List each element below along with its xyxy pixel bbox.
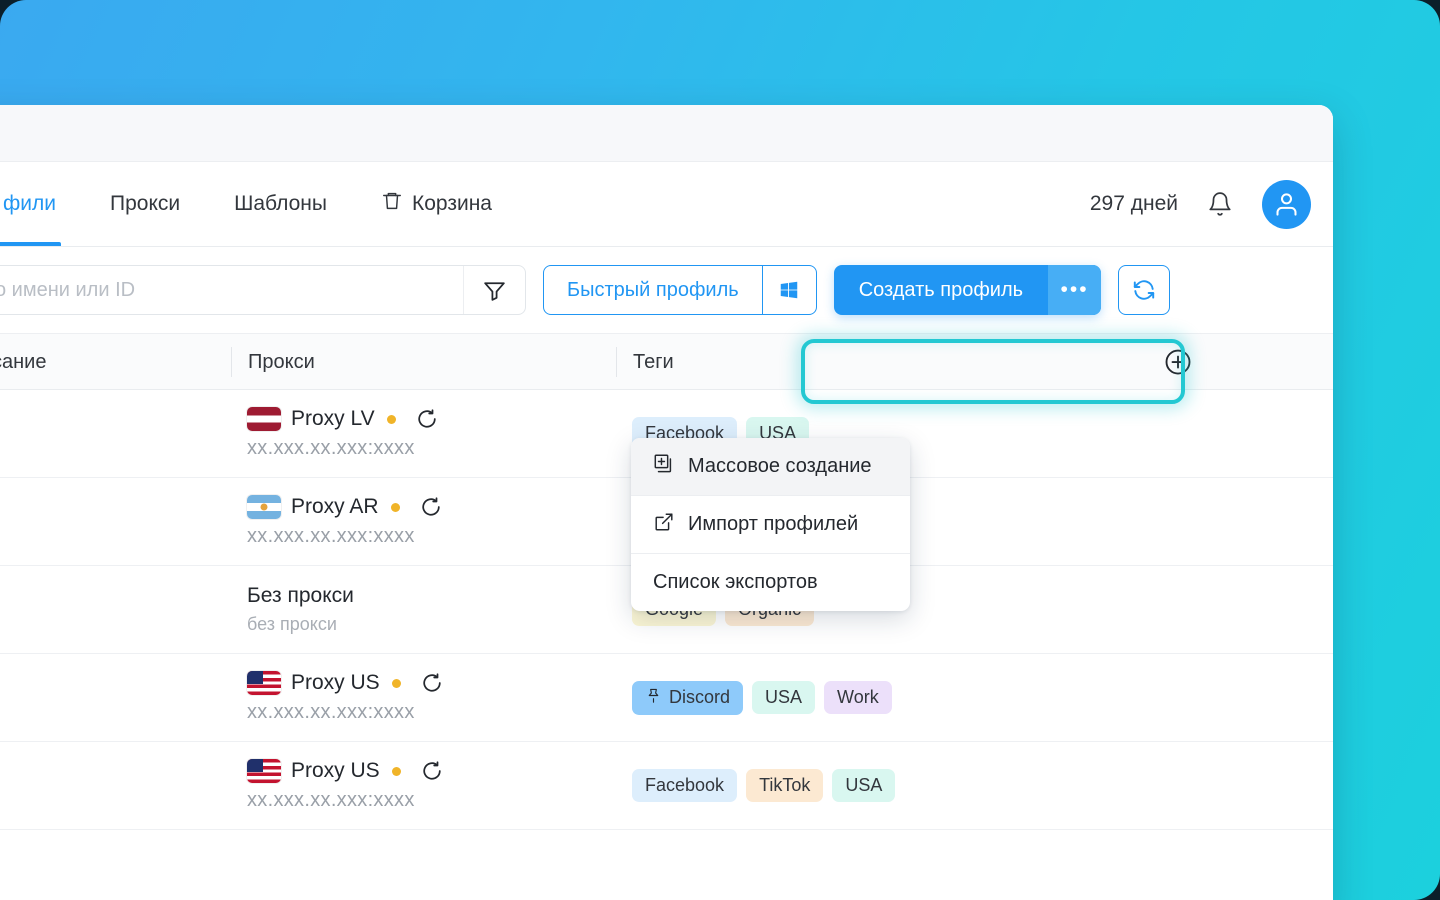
column-header-tags[interactable]: Теги xyxy=(616,347,1333,377)
quick-profile-button[interactable]: Быстрый профиль xyxy=(544,266,762,314)
tag-label: Discord xyxy=(669,687,730,708)
tag-chip[interactable]: USA xyxy=(752,681,815,714)
column-header-proxy[interactable]: Прокси xyxy=(231,347,616,377)
create-profile-split-button: Создать профиль ••• xyxy=(834,265,1101,315)
menu-item-label: Список экспортов xyxy=(653,571,818,594)
pin-icon xyxy=(645,687,662,709)
tag-label: Work xyxy=(837,687,879,708)
proxy-refresh-icon[interactable] xyxy=(421,760,443,782)
table-row[interactable]: Proxy US xx.xxx.xx.xxx:xxxx Facebook TikTok… xyxy=(0,742,1333,830)
import-icon xyxy=(653,511,675,539)
proxy-subtitle: без прокси xyxy=(247,614,600,635)
proxy-name-line: Proxy LV xyxy=(247,407,600,431)
proxy-name-line: Proxy AR xyxy=(247,495,600,519)
tag-label: TikTok xyxy=(759,775,810,796)
tag-chip[interactable]: Facebook xyxy=(632,769,737,802)
proxy-name: Proxy LV xyxy=(291,407,375,431)
cell-tags: Facebook TikTok USA xyxy=(616,769,1333,802)
bell-icon[interactable] xyxy=(1205,189,1235,219)
proxy-address: xx.xxx.xx.xxx:xxxx xyxy=(247,701,600,724)
proxy-refresh-icon[interactable] xyxy=(420,496,442,518)
tag-chip[interactable]: USA xyxy=(832,769,895,802)
cell-proxy: Proxy LV xx.xxx.xx.xxx:xxxx xyxy=(231,407,616,460)
nav-tab-4[interactable]: Корзина xyxy=(354,162,519,246)
cell-proxy: Proxy US xx.xxx.xx.xxx:xxxx xyxy=(231,759,616,812)
create-profile-dropdown-menu: Массовое создание Импорт профилей Список э… xyxy=(631,438,910,611)
table-row[interactable]: Proxy US xx.xxx.xx.xxx:xxxx Discord USA Work xyxy=(0,654,1333,742)
status-badge xyxy=(391,503,400,512)
flag-usa xyxy=(247,671,281,695)
create-profile-button[interactable]: Создать профиль xyxy=(834,265,1048,315)
create-profile-more-button[interactable]: ••• xyxy=(1048,265,1101,315)
proxy-name-line: Proxy US xyxy=(247,671,600,695)
proxy-address: xx.xxx.xx.xxx:xxxx xyxy=(247,437,600,460)
nav-tab-label: Шаблоны xyxy=(234,192,327,216)
flag-argentina xyxy=(247,495,281,519)
proxy-name: Proxy US xyxy=(291,671,380,695)
proxy-address: xx.xxx.xx.xxx:xxxx xyxy=(247,525,600,548)
flag-usa xyxy=(247,759,281,783)
plus-circle-icon[interactable] xyxy=(1163,347,1193,377)
cell-tags: Discord USA Work xyxy=(616,681,1333,715)
main-navigation: фили Прокси Шаблоны Корзина 297 дней xyxy=(0,162,1333,247)
search-input[interactable] xyxy=(0,266,463,314)
proxy-name: Proxy US xyxy=(291,759,380,783)
cell-proxy: Proxy AR xx.xxx.xx.xxx:xxxx xyxy=(231,495,616,548)
tag-label: USA xyxy=(765,687,802,708)
menu-item-2[interactable]: Импорт профилей xyxy=(631,496,910,553)
menu-item-3[interactable]: Список экспортов xyxy=(631,554,910,611)
proxy-name: Без прокси xyxy=(247,584,600,608)
proxy-name-line: Proxy US xyxy=(247,759,600,783)
status-badge xyxy=(392,767,401,776)
nav-tab-3[interactable]: Шаблоны xyxy=(207,162,354,246)
quick-profile-split-button: Быстрый профиль xyxy=(543,265,817,315)
tag-label: USA xyxy=(845,775,882,796)
tag-chip[interactable]: TikTok xyxy=(746,769,823,802)
nav-tab-label: фили xyxy=(3,192,56,216)
column-header-description[interactable]: сание xyxy=(0,347,231,377)
proxy-refresh-icon[interactable] xyxy=(421,672,443,694)
trash-icon xyxy=(381,190,403,218)
nav-tab-2[interactable]: Прокси xyxy=(83,162,207,246)
tag-chip[interactable]: Work xyxy=(824,681,892,714)
tag-chip[interactable]: Discord xyxy=(632,681,743,715)
duplicate-plus-icon xyxy=(653,453,675,481)
profiles-toolbar: Быстрый профиль Создать профиль ••• xyxy=(0,247,1333,334)
windows-icon[interactable] xyxy=(762,266,816,314)
cell-proxy: Без прокси без прокси xyxy=(231,584,616,635)
flag-latvia xyxy=(247,407,281,431)
proxy-refresh-icon[interactable] xyxy=(416,408,438,430)
proxy-name: Proxy AR xyxy=(291,495,379,519)
menu-item-1[interactable]: Массовое создание xyxy=(631,438,910,495)
search-field xyxy=(0,265,526,315)
nav-tab-label: Прокси xyxy=(110,192,180,216)
nav-right-group: 297 дней xyxy=(1090,180,1311,229)
status-badge xyxy=(392,679,401,688)
status-badge xyxy=(387,415,396,424)
nav-tab-list: фили Прокси Шаблоны Корзина xyxy=(0,162,519,246)
nav-tab-label: Корзина xyxy=(412,192,492,216)
proxy-address: xx.xxx.xx.xxx:xxxx xyxy=(247,789,600,812)
subscription-days-left: 297 дней xyxy=(1090,192,1178,216)
tag-label: Facebook xyxy=(645,775,724,796)
menu-item-label: Импорт профилей xyxy=(688,513,858,536)
avatar[interactable] xyxy=(1262,180,1311,229)
funnel-icon[interactable] xyxy=(463,266,525,314)
menu-item-label: Массовое создание xyxy=(688,455,872,478)
nav-tab-1[interactable]: фили xyxy=(0,162,83,246)
app-window: фили Прокси Шаблоны Корзина 297 дней xyxy=(0,105,1333,900)
cell-proxy: Proxy US xx.xxx.xx.xxx:xxxx xyxy=(231,671,616,724)
window-title-bar xyxy=(0,105,1333,162)
refresh-icon[interactable] xyxy=(1118,265,1170,315)
table-header-row: сание Прокси Теги xyxy=(0,334,1333,390)
